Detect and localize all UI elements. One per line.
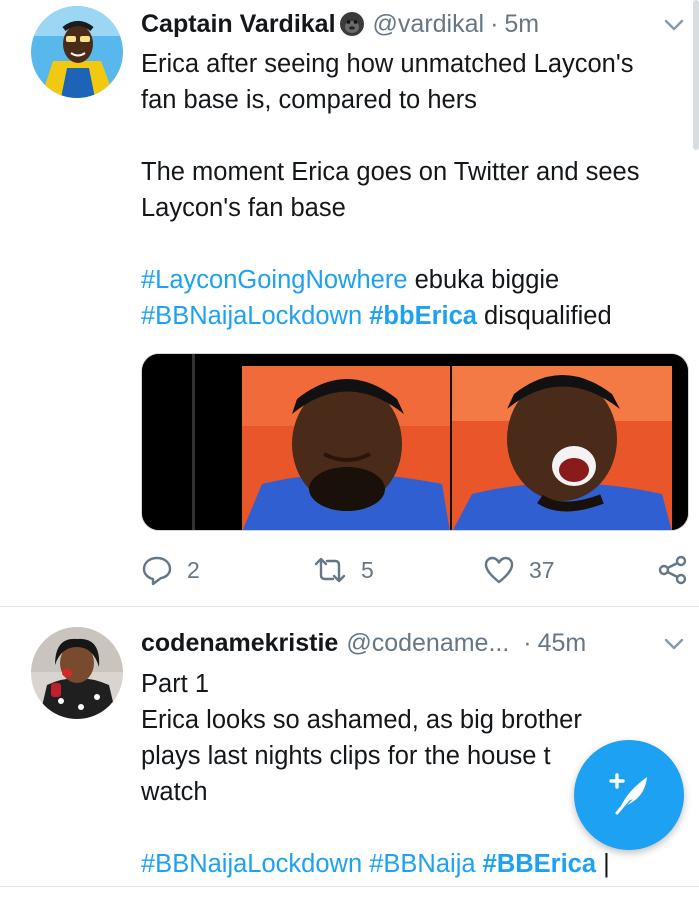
next-tweet-peek <box>0 898 699 907</box>
plain-text: disqualified <box>476 302 612 330</box>
timeline: Captain Vardikal @vardikal · 5m Erica af… <box>0 0 699 907</box>
hashtag-link[interactable]: #BBErica <box>483 850 596 878</box>
tweet-line: Erica looks so ashamed, as big brother <box>141 706 582 734</box>
like-action[interactable]: 37 <box>483 554 555 586</box>
hashtag-link[interactable]: #BBNaijaLockdown <box>141 302 362 330</box>
tweet-card[interactable]: Captain Vardikal @vardikal · 5m Erica af… <box>0 0 699 606</box>
avatar[interactable] <box>31 6 123 98</box>
tweet-line: Laycon's fan base <box>141 194 346 222</box>
display-name[interactable]: codenamekristie <box>141 629 338 658</box>
tweet-line: The moment Erica goes on Twitter and see… <box>141 158 640 186</box>
reply-icon <box>141 554 173 586</box>
tweet-actions: 2 5 37 <box>141 550 691 590</box>
tweet-header: Captain Vardikal @vardikal · 5m <box>141 6 539 42</box>
hashtag-link[interactable]: #BBNaija <box>369 850 475 878</box>
tweet-line: Part 1 <box>141 670 210 698</box>
tweet-line: Erica after seeing how unmatched Laycon'… <box>141 50 634 78</box>
gorilla-emoji-icon <box>339 11 365 37</box>
user-handle[interactable]: @codename... <box>346 629 509 658</box>
user-handle[interactable]: @vardikal <box>373 10 485 39</box>
hashtag-link[interactable]: #bbErica <box>369 302 477 330</box>
plain-text: ebuka biggie <box>407 266 560 294</box>
tweet-line: #LayconGoingNowhere ebuka biggie <box>141 262 691 298</box>
tweet-media[interactable] <box>141 353 689 531</box>
retweet-icon <box>313 554 347 586</box>
tweet-header: codenamekristie @codename... · 45m <box>141 625 586 661</box>
tweet-line: #BBNaijaLockdown #BBNaija #BBErica | <box>141 846 691 882</box>
heart-icon <box>483 554 515 586</box>
reply-action[interactable]: 2 <box>141 554 200 586</box>
timestamp[interactable]: 45m <box>538 629 587 658</box>
chevron-down-icon[interactable] <box>663 14 685 36</box>
avatar[interactable] <box>31 627 123 719</box>
share-icon <box>657 554 689 586</box>
tweet-line: fan base is, compared to hers <box>141 86 477 114</box>
chevron-down-icon[interactable] <box>663 633 685 655</box>
separator-dot: · <box>490 9 499 38</box>
display-name[interactable]: Captain Vardikal <box>141 10 336 39</box>
tweet-card[interactable]: codenamekristie @codename... · 45m Part … <box>0 607 699 887</box>
tweet-divider <box>0 886 699 887</box>
like-count: 37 <box>529 556 555 583</box>
hashtag-link[interactable]: #BBNaijaLockdown <box>141 850 362 878</box>
meme-image-two-panel-icon <box>142 354 688 530</box>
compose-feather-plus-icon <box>603 767 655 824</box>
retweet-count: 5 <box>361 556 374 583</box>
retweet-action[interactable]: 5 <box>313 554 374 586</box>
compose-tweet-button[interactable] <box>574 740 684 850</box>
text-cursor: | <box>596 850 610 878</box>
timestamp[interactable]: 5m <box>504 10 539 39</box>
reply-count: 2 <box>187 556 200 583</box>
tweet-text: Erica after seeing how unmatched Laycon'… <box>141 46 691 334</box>
tweet-line: #BBNaijaLockdown #bbErica disqualified <box>141 298 691 334</box>
share-action[interactable] <box>657 554 689 586</box>
separator-dot: · <box>523 628 532 657</box>
hashtag-link[interactable]: #LayconGoingNowhere <box>141 266 408 294</box>
